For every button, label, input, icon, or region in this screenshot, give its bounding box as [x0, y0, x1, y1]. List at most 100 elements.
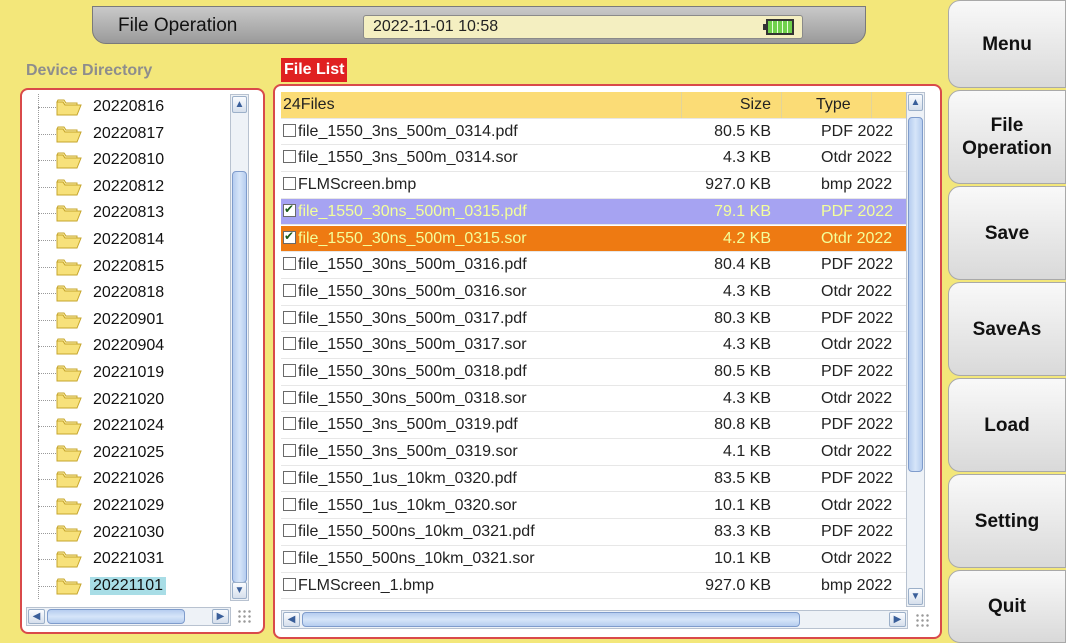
file-row[interactable]: file_1550_30ns_500m_0317.sor 4.3 KB Otdr 2…: [281, 332, 909, 359]
file-checkbox[interactable]: [283, 150, 296, 164]
file-row[interactable]: file_1550_30ns_500m_0316.pdf 80.4 KB PDF 2…: [281, 252, 909, 279]
directory-item[interactable]: 20221020: [26, 386, 236, 414]
scroll-up-icon[interactable]: ▲: [232, 96, 247, 113]
file-checkbox[interactable]: [283, 470, 296, 484]
file-name: file_1550_30ns_500m_0317.pdf: [298, 309, 527, 327]
directory-item[interactable]: 20220813: [26, 200, 236, 227]
tree-connector: [38, 559, 58, 561]
file-row[interactable]: file_1550_30ns_500m_0315.sor 4.2 KB Otdr 2…: [281, 225, 909, 253]
file-row[interactable]: file_1550_30ns_500m_0318.pdf 80.5 KB PDF 2…: [281, 359, 909, 386]
directory-item[interactable]: 20220904: [26, 333, 236, 360]
directory-item[interactable]: 20220814: [26, 227, 236, 254]
file-row[interactable]: FLMScreen_1.bmp 927.0 KB bmp 2022: [281, 573, 909, 600]
file-type: PDF 2022: [821, 523, 894, 541]
file-row[interactable]: FLMScreen.bmp 927.0 KB bmp 2022: [281, 172, 909, 199]
scroll-left-icon[interactable]: ◀: [28, 609, 45, 624]
directory-item[interactable]: 20221030: [26, 519, 236, 547]
file-count-header[interactable]: 24Files: [281, 96, 681, 114]
datetime-display: 2022-11-01 10:58: [363, 15, 803, 39]
directory-item[interactable]: 20220810: [26, 147, 236, 174]
file-checkbox[interactable]: [283, 123, 296, 137]
file-checkbox[interactable]: [283, 283, 296, 297]
directory-vertical-scrollbar[interactable]: ▲ ▼: [230, 94, 249, 601]
file-name-cell: file_1550_30ns_500m_0318.pdf: [281, 363, 681, 381]
folder-icon: [56, 205, 82, 222]
directory-item[interactable]: 20220817: [26, 120, 236, 148]
directory-item[interactable]: 20221031: [26, 546, 236, 573]
file-name-cell: file_1550_3ns_500m_0319.pdf: [281, 416, 681, 434]
scroll-down-icon[interactable]: ▼: [232, 582, 247, 599]
scroll-left-icon[interactable]: ◀: [283, 612, 300, 627]
file-checkbox[interactable]: [283, 577, 296, 591]
directory-item[interactable]: 20221024: [26, 413, 236, 440]
directory-item[interactable]: 20221025: [26, 439, 236, 467]
directory-item[interactable]: 20220812: [26, 173, 236, 201]
file-list-vertical-scrollbar[interactable]: ▲ ▼: [906, 92, 925, 607]
file-list-hscroll-thumb[interactable]: [302, 612, 800, 627]
setting-button[interactable]: Setting: [948, 474, 1066, 568]
scroll-up-icon[interactable]: ▲: [908, 94, 923, 111]
directory-item[interactable]: 20220818: [26, 280, 236, 307]
file-checkbox[interactable]: [283, 337, 296, 351]
file-row[interactable]: file_1550_3ns_500m_0314.pdf 80.5 KB PDF 20…: [281, 119, 909, 146]
size-column-header[interactable]: Size: [686, 96, 771, 114]
file-list-scroll-thumb[interactable]: [908, 117, 923, 472]
scroll-down-icon[interactable]: ▼: [908, 588, 923, 605]
file-row[interactable]: file_1550_30ns_500m_0316.sor 4.3 KB Otdr 2…: [281, 279, 909, 306]
file-name: file_1550_3ns_500m_0319.sor: [298, 443, 518, 461]
load-button[interactable]: Load: [948, 378, 1066, 472]
file-checkbox[interactable]: [283, 524, 296, 538]
saveas-button[interactable]: SaveAs: [948, 282, 1066, 376]
directory-item[interactable]: 20220901: [26, 306, 236, 334]
file-checkbox[interactable]: [283, 310, 296, 324]
scroll-right-icon[interactable]: ▶: [889, 612, 906, 627]
directory-horizontal-scrollbar[interactable]: ◀ ▶: [26, 607, 231, 626]
file-row[interactable]: file_1550_500ns_10km_0321.pdf 83.3 KB PDF …: [281, 519, 909, 546]
file-checkbox[interactable]: [283, 390, 296, 404]
quit-button[interactable]: Quit: [948, 570, 1066, 643]
file-list-horizontal-scrollbar[interactable]: ◀ ▶: [281, 610, 908, 629]
file-row[interactable]: file_1550_1us_10km_0320.sor 10.1 KB Otdr 2…: [281, 493, 909, 520]
directory-item[interactable]: 20221026: [26, 466, 236, 493]
file-checkbox[interactable]: [283, 550, 296, 564]
file-checkbox[interactable]: [283, 364, 296, 377]
file-row[interactable]: file_1550_3ns_500m_0314.sor 4.3 KB Otdr 20…: [281, 145, 909, 173]
directory-item[interactable]: 20220815: [26, 253, 236, 281]
file-operation-button[interactable]: File Operation: [948, 90, 1066, 184]
file-checkbox[interactable]: [283, 444, 296, 458]
file-checkbox[interactable]: [283, 417, 296, 431]
directory-item[interactable]: 20221029: [26, 493, 236, 520]
file-row[interactable]: file_1550_30ns_500m_0318.sor 4.3 KB Otdr 2…: [281, 386, 909, 413]
file-row[interactable]: file_1550_30ns_500m_0317.pdf 80.3 KB PDF 2…: [281, 306, 909, 333]
directory-hscroll-thumb[interactable]: [47, 609, 185, 624]
file-checkbox[interactable]: [283, 177, 296, 191]
menu-button[interactable]: Menu: [948, 0, 1066, 88]
file-type: bmp 2022: [821, 576, 893, 594]
file-size: 4.1 KB: [722, 443, 771, 461]
file-type: PDF 2022: [821, 202, 894, 220]
file-size: 927.0 KB: [705, 176, 771, 194]
directory-tree: 20220816 20220817 20220810 20220812 20220813…: [26, 94, 239, 600]
file-row[interactable]: file_1550_3ns_500m_0319.sor 4.1 KB Otdr 20…: [281, 439, 909, 466]
directory-item[interactable]: 20220816: [26, 94, 236, 121]
file-checkbox[interactable]: [283, 257, 296, 271]
file-row[interactable]: file_1550_1us_10km_0320.pdf 83.5 KB PDF 20…: [281, 466, 909, 493]
file-type: PDF 2022: [821, 309, 894, 327]
file-checkbox[interactable]: [283, 203, 296, 217]
scroll-right-icon[interactable]: ▶: [212, 609, 229, 624]
file-row[interactable]: file_1550_500ns_10km_0321.sor 10.1 KB Otdr…: [281, 546, 909, 573]
file-size: 4.3 KB: [722, 149, 771, 167]
tree-connector: [38, 426, 58, 428]
type-column-header[interactable]: Type: [816, 96, 909, 114]
file-checkbox[interactable]: [283, 497, 296, 511]
save-button[interactable]: Save: [948, 186, 1066, 280]
directory-scroll-thumb[interactable]: [232, 171, 247, 583]
tree-connector: [38, 346, 58, 348]
file-checkbox[interactable]: [283, 230, 296, 244]
file-name-cell: file_1550_30ns_500m_0315.sor: [281, 230, 681, 248]
directory-item[interactable]: 20221101: [26, 572, 236, 600]
directory-item[interactable]: 20221019: [26, 360, 236, 387]
file-list-label: File List: [281, 58, 348, 82]
file-row[interactable]: file_1550_30ns_500m_0315.pdf 79.1 KB PDF 2…: [281, 198, 909, 226]
file-row[interactable]: file_1550_3ns_500m_0319.pdf 80.8 KB PDF 20…: [281, 412, 909, 440]
